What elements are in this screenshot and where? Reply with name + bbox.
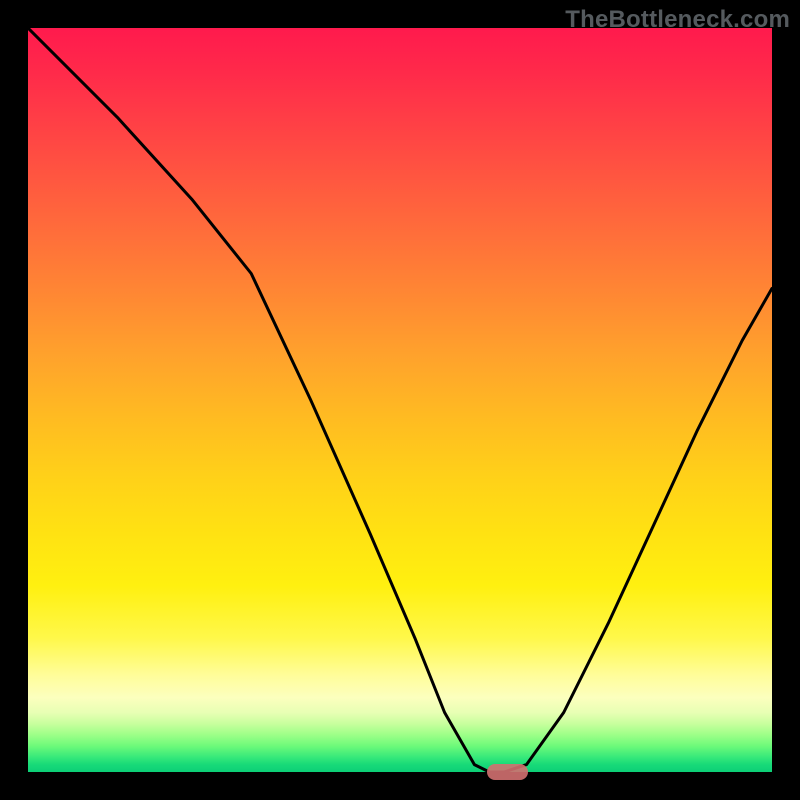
optimal-range-marker <box>487 764 528 780</box>
chart-frame: TheBottleneck.com <box>0 0 800 800</box>
bottleneck-curve <box>28 28 772 772</box>
plot-area <box>28 28 772 772</box>
